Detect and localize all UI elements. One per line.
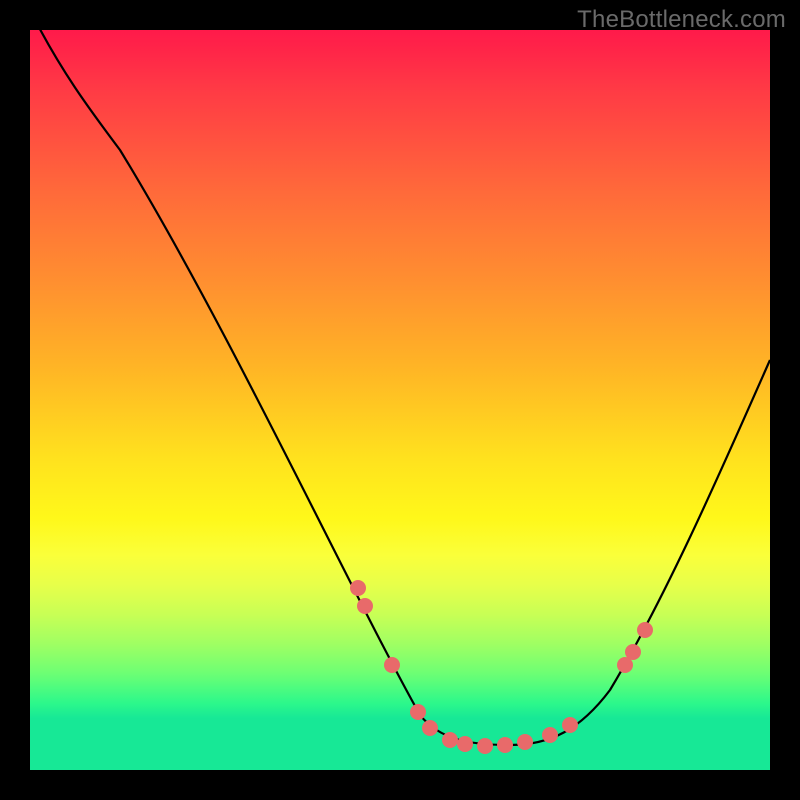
curve-marker: [625, 644, 641, 660]
curve-svg: [30, 30, 770, 770]
curve-marker: [637, 622, 653, 638]
watermark-text: TheBottleneck.com: [577, 6, 786, 34]
curve-marker: [477, 738, 493, 754]
plot-area: [30, 30, 770, 770]
marker-group: [350, 580, 653, 754]
curve-marker: [457, 736, 473, 752]
curve-marker: [542, 727, 558, 743]
curve-marker: [357, 598, 373, 614]
chart-frame: TheBottleneck.com: [0, 0, 800, 800]
curve-marker: [350, 580, 366, 596]
curve-marker: [384, 657, 400, 673]
curve-marker: [497, 737, 513, 753]
bottleneck-curve-path: [30, 30, 770, 745]
curve-marker: [562, 717, 578, 733]
curve-marker: [410, 704, 426, 720]
curve-marker: [422, 720, 438, 736]
curve-marker: [442, 732, 458, 748]
curve-marker: [517, 734, 533, 750]
